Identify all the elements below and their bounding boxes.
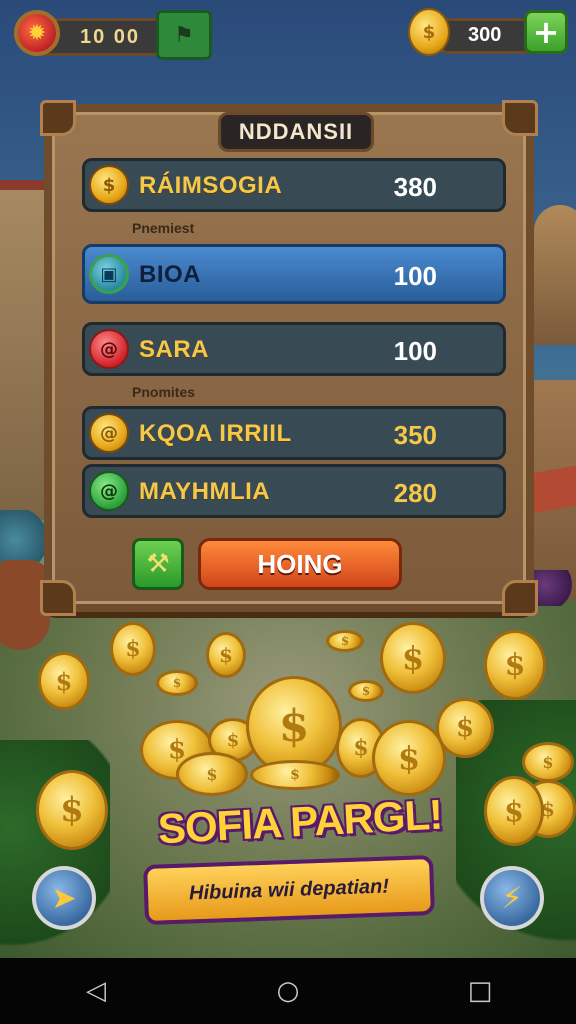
- back-icon[interactable]: ◁: [76, 971, 116, 1011]
- recent-apps-icon[interactable]: □: [460, 971, 500, 1011]
- gold-coin: $: [206, 632, 246, 678]
- grapes: [532, 570, 576, 606]
- flag-icon[interactable]: ⚑: [156, 10, 212, 60]
- row-label: BIOA: [139, 261, 201, 288]
- left-counter-value: 10 00: [80, 26, 141, 48]
- gold-coin: $: [36, 770, 108, 850]
- hammer-icon: ⚒: [146, 549, 170, 579]
- system-navigation-bar: ◁ ○ □: [0, 958, 576, 1024]
- row-label: MAYHMLIA: [139, 478, 271, 505]
- gold-coin: $: [484, 630, 546, 700]
- gold-coin: $: [484, 776, 544, 846]
- row-value: 100: [393, 336, 437, 366]
- action-button[interactable]: HOING: [198, 538, 402, 590]
- row-value: 380: [393, 172, 437, 202]
- gold-coin: $: [522, 742, 574, 782]
- background-tower: [534, 205, 576, 345]
- row-value: 280: [393, 478, 437, 508]
- boost-button[interactable]: ⚡: [480, 866, 544, 930]
- sun-badge-icon[interactable]: ✹: [14, 10, 60, 56]
- coin-icon: @: [89, 413, 129, 453]
- promo-banner[interactable]: Hibuina wii depatian!: [143, 854, 435, 926]
- swirl-icon: @: [89, 329, 129, 369]
- row-value: 350: [393, 420, 437, 450]
- hud-left-counter: ✹ 10 00 ⚑: [14, 10, 212, 60]
- row-subheading: Pnemiest: [132, 220, 195, 236]
- row-subheading: Pnomites: [132, 384, 196, 400]
- shop-row[interactable]: $ RÁIMSOGIA 380: [82, 158, 506, 212]
- gold-coin: $: [110, 622, 156, 676]
- row-label: RÁIMSOGIA: [139, 172, 283, 199]
- row-label: KQOA IRRIIL: [139, 420, 292, 447]
- gold-coin: $: [372, 720, 446, 796]
- gold-coin: $: [326, 630, 364, 652]
- background-tower: [0, 190, 50, 520]
- home-icon[interactable]: ○: [268, 971, 308, 1011]
- panel-title: NDDANSII: [218, 112, 374, 152]
- add-coins-button[interactable]: +: [524, 10, 568, 54]
- panel-corner: [40, 100, 76, 136]
- shop-row[interactable]: @ KQOA IRRIIL 350: [82, 406, 506, 460]
- shop-row[interactable]: @ SARA 100: [82, 322, 506, 376]
- gold-coin-stack: $: [250, 760, 340, 790]
- shop-row[interactable]: @ MAYHMLIA 280: [82, 464, 506, 518]
- hud-coin-counter: $ 300 +: [408, 8, 568, 58]
- gold-coin: $: [348, 680, 384, 702]
- map-button[interactable]: ➤: [32, 866, 96, 930]
- shop-panel: NDDANSII $ RÁIMSOGIA 380 Pnemiest ▣ BIOA…: [40, 100, 538, 616]
- shield-icon: ▣: [89, 254, 129, 294]
- gold-coin: $: [38, 652, 90, 710]
- game-scene: ✹ 10 00 ⚑ $ 300 + NDDANSII $ RÁIMSOGIA 3…: [0, 0, 576, 958]
- lightning-icon: ⚡: [501, 880, 523, 916]
- panel-corner: [40, 580, 76, 616]
- coin-icon: $: [89, 165, 129, 205]
- gold-coin: $: [176, 752, 248, 796]
- coin-icon: $: [408, 8, 450, 56]
- gold-coin: $: [156, 670, 198, 696]
- gold-coin: $: [380, 622, 446, 694]
- green-gem-icon: @: [89, 471, 129, 511]
- panel-corner: [502, 580, 538, 616]
- shop-row-selected[interactable]: ▣ BIOA 100: [82, 244, 506, 304]
- hammer-button[interactable]: ⚒: [132, 538, 184, 590]
- row-label: SARA: [139, 336, 210, 363]
- coin-counter-value: 300: [468, 24, 502, 46]
- map-arrow-icon: ➤: [51, 880, 77, 916]
- panel-corner: [502, 100, 538, 136]
- row-value: 100: [393, 261, 437, 291]
